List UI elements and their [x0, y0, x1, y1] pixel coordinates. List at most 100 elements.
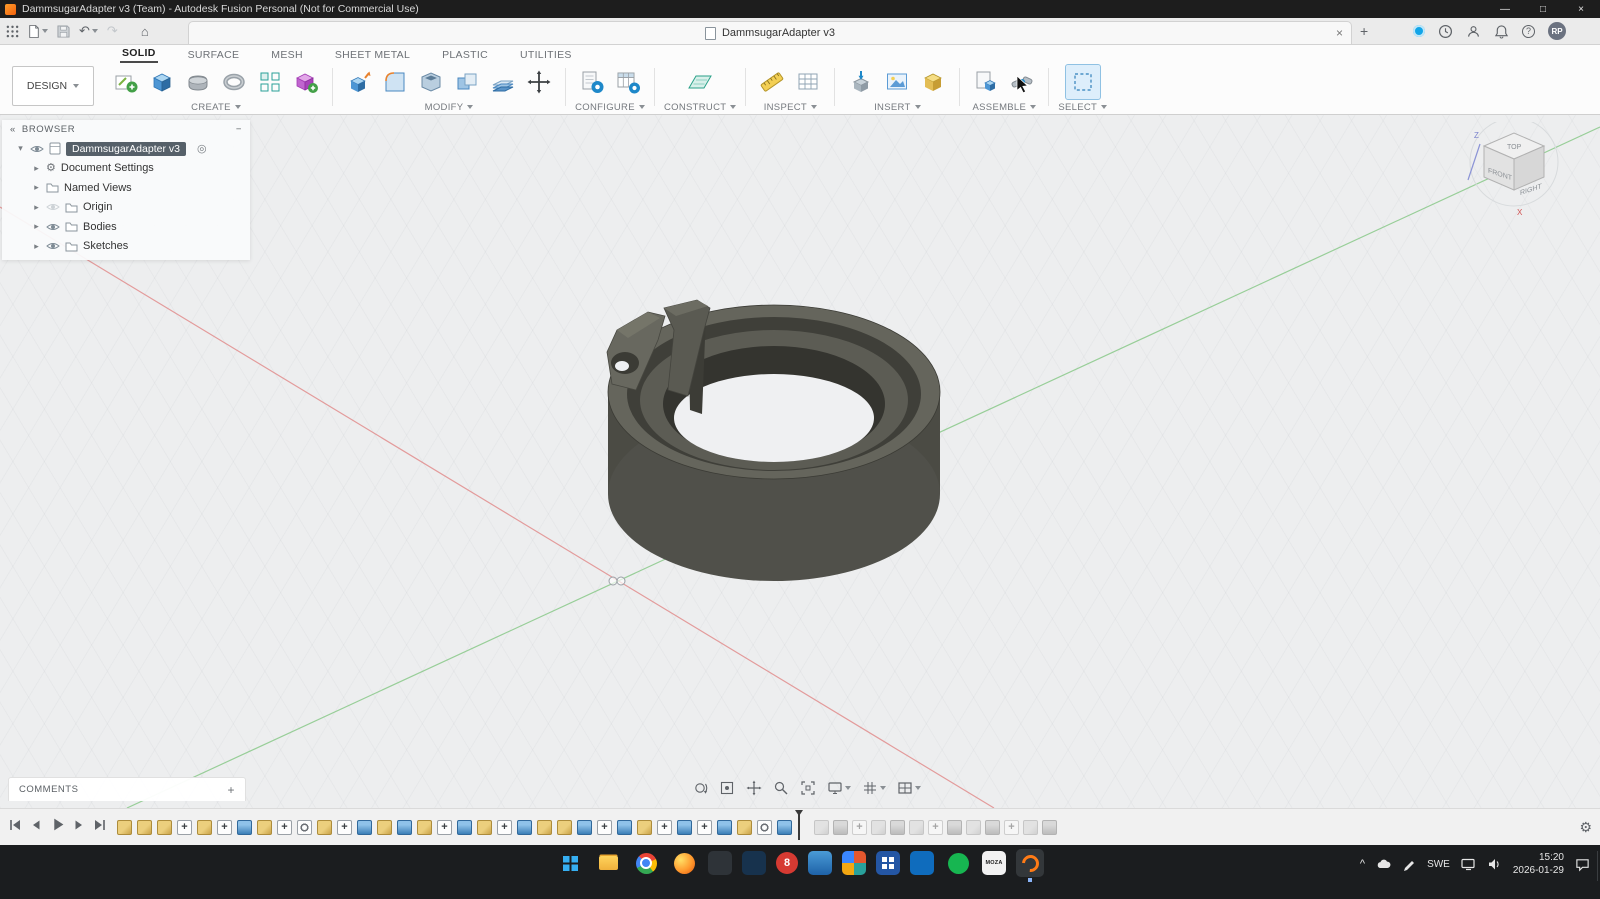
timeline-feature-extrude[interactable]: [777, 820, 792, 835]
browser-item-document-settings[interactable]: ▸ ⚙ Document Settings: [2, 159, 250, 179]
timeline-rolled-feature-move[interactable]: [852, 820, 867, 835]
timeline-feature-move[interactable]: [217, 820, 232, 835]
activate-component-icon[interactable]: ◎: [197, 142, 207, 155]
visibility-eye-icon[interactable]: [46, 202, 60, 212]
timeline-rolled-feature-extrude[interactable]: [1042, 820, 1057, 835]
create-coil-button[interactable]: [217, 65, 251, 99]
combine-button[interactable]: [450, 65, 484, 99]
timeline-step-back-button[interactable]: [29, 818, 43, 837]
close-button[interactable]: ×: [1562, 0, 1600, 18]
timeline-skip-end-button[interactable]: [93, 818, 107, 837]
taskbar-icon-rdp[interactable]: [808, 851, 832, 875]
taskbar-icon-moza[interactable]: MOZA: [982, 851, 1006, 875]
tab-sheet-metal[interactable]: SHEET METAL: [333, 49, 412, 63]
timeline-feature-sketch[interactable]: [737, 820, 752, 835]
timeline-feature-extrude[interactable]: [517, 820, 532, 835]
timeline-feature-extrude[interactable]: [397, 820, 412, 835]
undo-button[interactable]: ↶: [79, 23, 98, 39]
pen-icon[interactable]: [1402, 857, 1416, 871]
timeline-skip-start-button[interactable]: [8, 818, 22, 837]
timeline-feature-sketch[interactable]: [557, 820, 572, 835]
pan-button[interactable]: [744, 779, 764, 797]
timeline-feature-extrude[interactable]: [677, 820, 692, 835]
tab-plastic[interactable]: PLASTIC: [440, 49, 490, 63]
insert-dropdown[interactable]: INSERT: [874, 100, 920, 114]
create-form-button[interactable]: [181, 65, 215, 99]
browser-item-root[interactable]: ▾ DammsugarAdapter v3 ◎: [2, 139, 250, 159]
timeline-feature-sketch[interactable]: [317, 820, 332, 835]
viewports-button[interactable]: [895, 779, 923, 797]
taskbar-icon-spotify[interactable]: [944, 849, 972, 877]
new-tab-button[interactable]: +: [1360, 23, 1368, 39]
look-at-button[interactable]: [717, 779, 737, 797]
zoom-button[interactable]: [771, 779, 791, 797]
browser-item-sketches[interactable]: ▸ Sketches: [2, 237, 250, 257]
hidden-icons-chevron[interactable]: ^: [1360, 858, 1365, 870]
taskbar-icon-fusion[interactable]: [1016, 849, 1044, 877]
timeline-feature-extrude[interactable]: [617, 820, 632, 835]
timeline-feature-move[interactable]: [597, 820, 612, 835]
timeline-feature-sketch[interactable]: [477, 820, 492, 835]
timeline-feature-move[interactable]: [697, 820, 712, 835]
new-component-button[interactable]: [969, 65, 1003, 99]
file-menu-button[interactable]: [28, 24, 48, 39]
create-sketch-button[interactable]: [109, 65, 143, 99]
timeline-feature-sketch[interactable]: [257, 820, 272, 835]
browser-item-origin[interactable]: ▸ Origin: [2, 198, 250, 218]
modify-dropdown[interactable]: MODIFY: [425, 100, 474, 114]
tab-utilities[interactable]: UTILITIES: [518, 49, 574, 63]
display-settings-button[interactable]: [825, 779, 853, 797]
create-dropdown[interactable]: CREATE: [191, 100, 241, 114]
taskbar-icon-app1[interactable]: [708, 851, 732, 875]
timeline-feature-sketch[interactable]: [377, 820, 392, 835]
shell-button[interactable]: [414, 65, 448, 99]
chevron-right-icon[interactable]: ▸: [32, 202, 41, 213]
timeline-feature-extrude[interactable]: [237, 820, 252, 835]
home-button[interactable]: ⌂: [141, 24, 149, 39]
timeline-rolled-feature-sketch[interactable]: [871, 820, 886, 835]
timeline-feature-move[interactable]: [337, 820, 352, 835]
configure-button[interactable]: [575, 65, 609, 99]
press-pull-button[interactable]: [342, 65, 376, 99]
tab-close-button[interactable]: ×: [1336, 26, 1343, 40]
collapse-panel-icon[interactable]: «: [10, 124, 16, 135]
create-derive-button[interactable]: [289, 65, 323, 99]
maximize-button[interactable]: □: [1524, 0, 1562, 18]
minimize-panel-icon[interactable]: −: [236, 124, 242, 135]
timeline-feature-move[interactable]: [177, 820, 192, 835]
grid-snaps-button[interactable]: [860, 779, 888, 797]
visibility-eye-icon[interactable]: [30, 144, 44, 154]
visibility-eye-icon[interactable]: [46, 222, 60, 232]
inspect-dropdown[interactable]: INSPECT: [764, 100, 817, 114]
offset-face-button[interactable]: [486, 65, 520, 99]
timeline-playhead[interactable]: [794, 810, 804, 845]
presence-icon[interactable]: [1413, 25, 1425, 37]
chevron-right-icon[interactable]: ▸: [32, 241, 41, 252]
assemble-dropdown[interactable]: ASSEMBLE: [973, 100, 1037, 114]
construct-dropdown[interactable]: CONSTRUCT: [664, 100, 736, 114]
timeline-feature-extrude[interactable]: [357, 820, 372, 835]
fit-button[interactable]: [798, 779, 818, 797]
timeline-feature-sketch[interactable]: [137, 820, 152, 835]
app-grid-button[interactable]: [6, 25, 19, 38]
chevron-right-icon[interactable]: ▸: [32, 221, 41, 232]
visibility-eye-icon[interactable]: [46, 241, 60, 251]
add-comment-button[interactable]: +: [227, 783, 235, 797]
notification-bell-icon[interactable]: [1494, 24, 1509, 39]
construct-plane-button[interactable]: [683, 65, 717, 99]
insert-derive-button[interactable]: [844, 65, 878, 99]
job-status-icon[interactable]: [1466, 24, 1481, 39]
timeline-feature-sketch[interactable]: [537, 820, 552, 835]
timeline-feature-sketch[interactable]: [157, 820, 172, 835]
insert-mcmaster-button[interactable]: [916, 65, 950, 99]
select-button[interactable]: [1066, 65, 1100, 99]
tab-mesh[interactable]: MESH: [269, 49, 305, 63]
save-button[interactable]: [57, 25, 70, 38]
timeline-feature-extrude[interactable]: [457, 820, 472, 835]
timeline-feature-sketch[interactable]: [117, 820, 132, 835]
timeline-feature-move[interactable]: [657, 820, 672, 835]
taskbar-icon-firefox[interactable]: [670, 849, 698, 877]
timeline-rolled-feature-sketch[interactable]: [1023, 820, 1038, 835]
timeline-rolled-feature-sketch[interactable]: [909, 820, 924, 835]
origin-marker[interactable]: [609, 577, 625, 585]
